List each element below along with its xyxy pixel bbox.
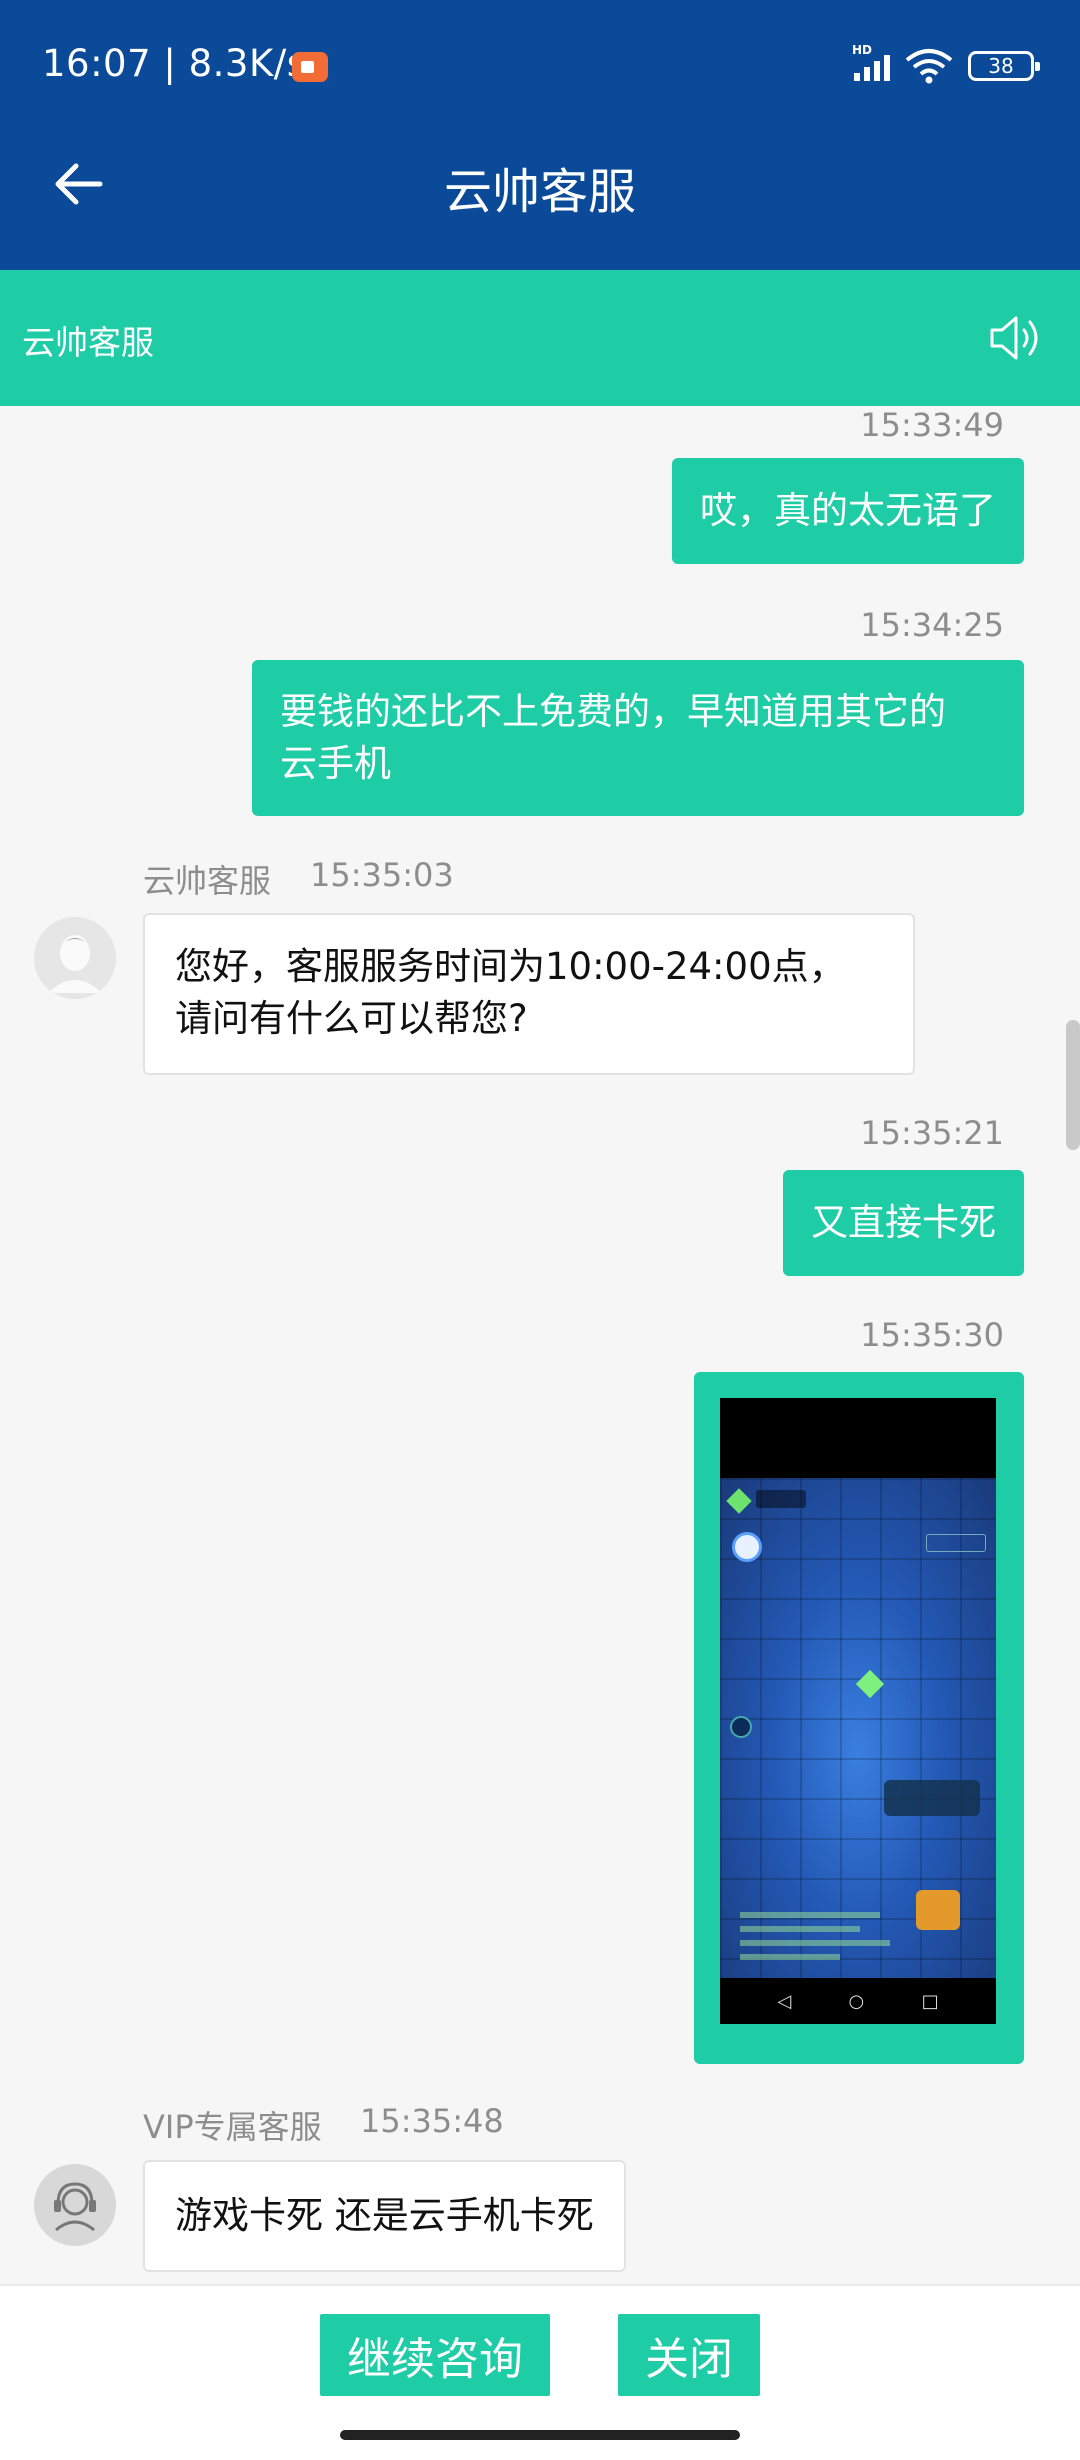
network-badge: HD <box>852 43 873 57</box>
signal-icon: HD <box>852 43 890 81</box>
nav-recent-icon: □ <box>921 1990 939 2012</box>
message-text-line: 您好，客服服务时间为10:00-24:00点， <box>175 945 846 988</box>
message-text: 哎，真的太无语了 <box>700 489 996 532</box>
treasure-chest-icon <box>916 1890 960 1930</box>
message-time: 15:35:03 <box>310 856 454 894</box>
chat-list[interactable]: 15:33:49 哎，真的太无语了 15:34:25 要钱的还比不上免费的，早知… <box>0 406 1080 2284</box>
message-time: 15:33:49 <box>860 406 1004 444</box>
avatar[interactable] <box>34 2164 116 2246</box>
message-time: 15:35:30 <box>860 1316 1004 1354</box>
sender-name: VIP专属客服 <box>143 2108 322 2146</box>
chat-header-title: 云帅客服 <box>22 323 154 362</box>
message-text: 游戏卡死 还是云手机卡死 <box>175 2194 594 2237</box>
sender-name: 云帅客服 <box>143 862 272 900</box>
headset-agent-icon <box>34 2164 116 2246</box>
message-bubble-outgoing[interactable]: 哎，真的太无语了 <box>672 458 1024 564</box>
battery-icon: 38 <box>968 51 1040 81</box>
status-time: 16:07 | 8.3K/s <box>42 42 307 85</box>
scrollbar[interactable] <box>1066 1020 1080 1150</box>
message-text-line: 云手机 <box>280 742 391 785</box>
chat-header: 云帅客服 <box>0 270 1080 406</box>
game-back-icon <box>732 1532 762 1562</box>
game-scene <box>720 1478 996 1978</box>
speaker-icon[interactable] <box>986 310 1046 366</box>
wifi-icon <box>904 48 954 84</box>
bottom-action-bar: 继续咨询 关闭 <box>0 2284 1080 2460</box>
message-bubble-incoming[interactable]: 游戏卡死 还是云手机卡死 <box>143 2160 626 2272</box>
page-title: 云帅客服 <box>443 164 636 220</box>
app-bar: 云帅客服 <box>0 102 1080 270</box>
message-time: 15:35:21 <box>860 1114 1004 1152</box>
message-bubble-outgoing[interactable]: 又直接卡死 <box>783 1170 1024 1276</box>
message-time: 15:34:25 <box>860 606 1004 644</box>
message-text: 又直接卡死 <box>811 1201 996 1244</box>
screenshot-nav-keys: ◁ ○ □ <box>720 1978 996 2024</box>
nav-back-icon: ◁ <box>777 1990 792 2012</box>
nav-home-icon: ○ <box>848 1990 865 2012</box>
message-text-line: 请问有什么可以帮您? <box>175 997 528 1040</box>
message-bubble-incoming[interactable]: 您好，客服服务时间为10:00-24:00点， 请问有什么可以帮您? <box>143 913 915 1075</box>
status-bar: 16:07 | 8.3K/s HD 38 <box>0 0 1080 102</box>
avatar[interactable] <box>34 917 116 999</box>
status-icons: HD 38 <box>852 43 1040 86</box>
battery-level: 38 <box>988 54 1014 78</box>
message-image-bubble[interactable]: ◁ ○ □ <box>694 1372 1024 2064</box>
message-time: 15:35:48 <box>360 2102 504 2140</box>
record-icon <box>292 52 328 82</box>
continue-consult-button[interactable]: 继续咨询 <box>320 2314 550 2396</box>
message-text-line: 要钱的还比不上免费的，早知道用其它的 <box>280 690 946 733</box>
home-indicator[interactable] <box>340 2430 740 2440</box>
user-avatar-icon <box>34 917 116 999</box>
close-button[interactable]: 关闭 <box>618 2314 760 2396</box>
screenshot-image[interactable]: ◁ ○ □ <box>720 1398 996 2024</box>
message-bubble-outgoing[interactable]: 要钱的还比不上免费的，早知道用其它的 云手机 <box>252 660 1024 816</box>
